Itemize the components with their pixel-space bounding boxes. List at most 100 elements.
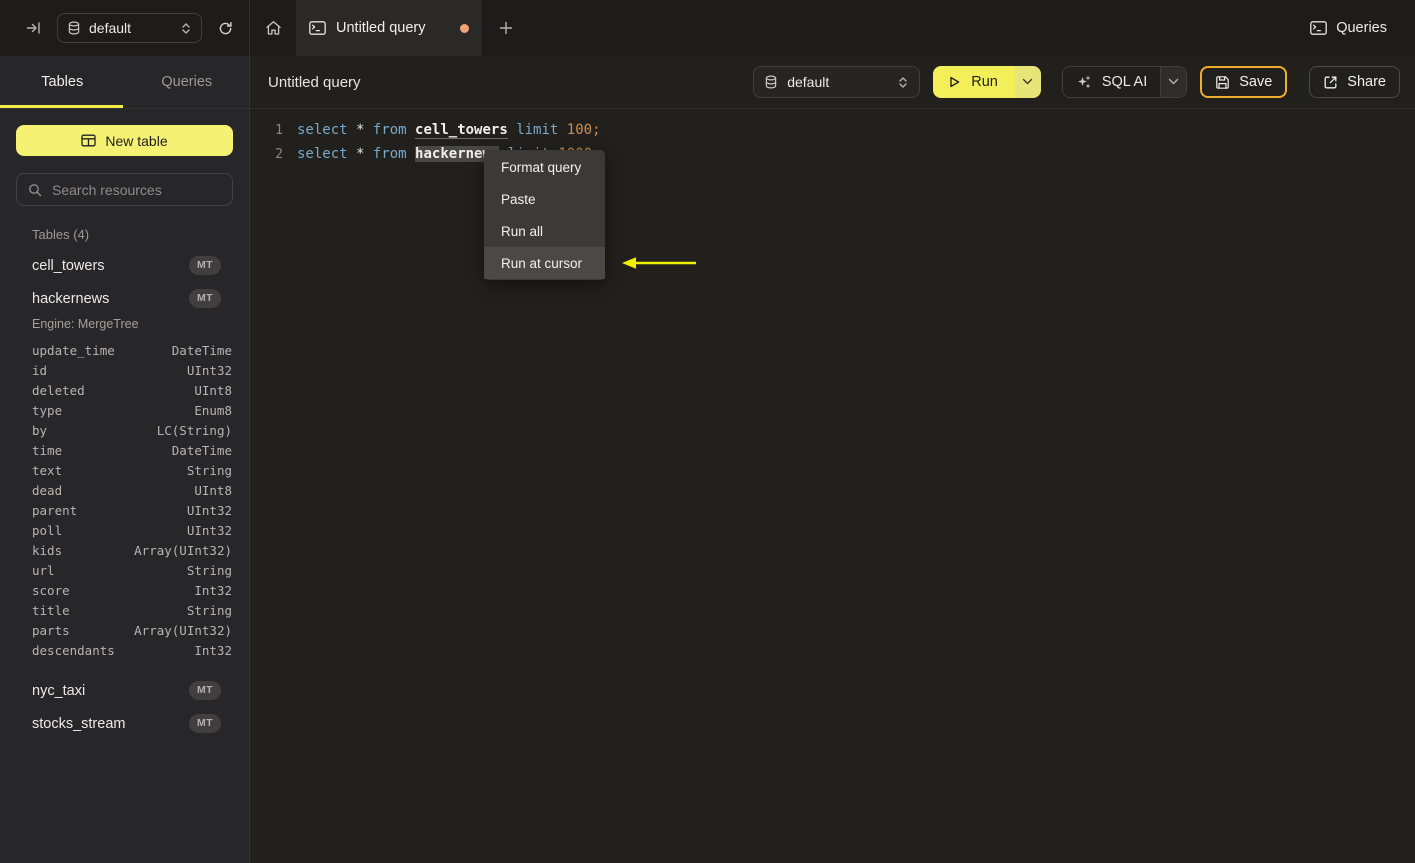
column-row: dead UInt8 — [0, 480, 249, 500]
new-tab-button[interactable] — [482, 0, 530, 56]
queries-button[interactable]: Queries — [1304, 19, 1393, 37]
column-row: text String — [0, 460, 249, 480]
run-button-label: Run — [971, 74, 998, 90]
home-button[interactable] — [250, 0, 296, 56]
sql-console-app: default Untitled query Queries Tables Qu… — [0, 0, 1415, 863]
sidebar-tab-tables[interactable]: Tables — [0, 56, 125, 108]
column-row: by LC(String) — [0, 420, 249, 440]
table-name: nyc_taxi — [32, 682, 86, 699]
column-row: kids Array(UInt32) — [0, 540, 249, 560]
column-type: Int32 — [194, 642, 232, 658]
tab-untitled-query[interactable]: Untitled query — [296, 0, 482, 56]
column-type: Enum8 — [194, 402, 232, 418]
collapse-sidebar-button[interactable] — [22, 17, 45, 39]
database-selector-value: default — [787, 74, 830, 90]
run-options-button[interactable] — [1014, 66, 1041, 98]
unsaved-changes-dot — [460, 23, 469, 33]
column-type: LC(String) — [156, 422, 232, 438]
sql-ai-split-button: SQL AI — [1061, 66, 1188, 98]
column-row: poll UInt32 — [0, 520, 249, 540]
save-icon — [1215, 75, 1230, 90]
search-box[interactable] — [16, 173, 233, 206]
menu-item-paste[interactable]: Paste — [484, 183, 605, 215]
database-selector-toolbar[interactable]: default — [753, 66, 921, 98]
code-line: 1 select * from cell_towers limit 100; — [250, 118, 1415, 142]
column-type: UInt8 — [194, 482, 232, 498]
sidebar-tab-queries[interactable]: Queries — [125, 56, 250, 108]
column-name: title — [32, 602, 70, 618]
refresh-button[interactable] — [214, 17, 237, 40]
column-name: poll — [32, 522, 63, 538]
database-icon — [67, 21, 81, 35]
hackernews-columns: update_time DateTime id UInt32 deleted UInt8 t… — [0, 340, 249, 660]
plus-icon — [499, 21, 513, 35]
column-type: UInt32 — [186, 522, 232, 538]
column-name: id — [32, 362, 48, 378]
menu-item-format-query[interactable]: Format query — [484, 151, 605, 183]
refresh-icon — [218, 21, 233, 36]
share-button[interactable]: Share — [1309, 66, 1400, 98]
menu-item-run-all[interactable]: Run all — [484, 215, 605, 247]
share-button-label: Share — [1347, 74, 1386, 90]
terminal-icon — [309, 21, 326, 35]
column-type: DateTime — [171, 342, 232, 358]
chevron-down-icon — [1168, 78, 1179, 86]
table-name: cell_towers — [32, 257, 105, 274]
query-title: Untitled query — [268, 73, 361, 91]
column-name: dead — [32, 482, 63, 498]
editor-context-menu: Format query Paste Run all Run at cursor — [484, 150, 605, 280]
column-name: url — [32, 562, 55, 578]
search-resources-input[interactable] — [50, 180, 221, 199]
column-name: text — [32, 462, 63, 478]
sql-ai-options-button[interactable] — [1160, 67, 1187, 97]
sidebar: Tables Queries New table Search resource… — [0, 56, 250, 863]
column-type: String — [186, 562, 232, 578]
run-button[interactable]: Run — [933, 66, 1015, 98]
column-row: url String — [0, 560, 249, 580]
table-name: hackernews — [32, 290, 110, 307]
run-split-button: Run — [933, 66, 1041, 98]
database-selector-sidebar[interactable]: default — [57, 13, 202, 43]
table-row-hackernews[interactable]: hackernews MT — [0, 282, 249, 315]
chevron-down-icon — [1022, 78, 1033, 86]
column-name: type — [32, 402, 63, 418]
sql-editor[interactable]: 1 select * from cell_towers limit 100; 2 se… — [250, 109, 1415, 863]
table-row-nyc-taxi[interactable]: nyc_taxi MT — [0, 674, 249, 707]
column-name: update_time — [32, 342, 115, 358]
tab-label: Untitled query — [336, 20, 426, 36]
terminal-icon — [1310, 21, 1328, 35]
new-table-button-label: New table — [105, 132, 168, 149]
sidebar-tab-queries-label: Queries — [161, 74, 213, 90]
search-icon — [28, 183, 42, 197]
column-name: deleted — [32, 382, 85, 398]
engine-badge: MT — [189, 714, 221, 733]
tab-bar: Untitled query Queries — [250, 0, 1415, 56]
sql-ai-button[interactable]: SQL AI — [1062, 67, 1161, 97]
line-number: 2 — [275, 146, 283, 162]
column-row: deleted UInt8 — [0, 380, 249, 400]
column-type: UInt8 — [194, 382, 232, 398]
column-name: parent — [32, 502, 78, 518]
column-type: DateTime — [171, 442, 232, 458]
column-row: title String — [0, 600, 249, 620]
tables-section-label: Tables (4) — [32, 227, 90, 242]
engine-badge: MT — [189, 681, 221, 700]
database-icon — [764, 75, 778, 89]
share-external-icon — [1323, 75, 1338, 90]
table-row-cell-towers[interactable]: cell_towers MT — [0, 249, 249, 282]
code-line: 2select * from hackernews limit 1000 — [250, 142, 1415, 166]
menu-item-run-at-cursor[interactable]: Run at cursor — [484, 247, 605, 279]
table-row-stocks-stream[interactable]: stocks_stream MT — [0, 707, 249, 740]
column-row: descendants Int32 — [0, 640, 249, 660]
column-name: time — [32, 442, 63, 458]
column-type: Int32 — [194, 582, 232, 598]
engine-badge: MT — [189, 256, 221, 275]
play-icon — [947, 75, 961, 89]
save-button[interactable]: Save — [1200, 66, 1288, 98]
column-name: descendants — [32, 642, 115, 658]
chevron-updown-icon — [897, 76, 909, 89]
column-row: type Enum8 — [0, 400, 249, 420]
queries-button-label: Queries — [1336, 20, 1387, 36]
editor-header: Untitled query default Run SQL AI Save S… — [250, 56, 1415, 109]
new-table-button[interactable]: New table — [16, 125, 233, 156]
